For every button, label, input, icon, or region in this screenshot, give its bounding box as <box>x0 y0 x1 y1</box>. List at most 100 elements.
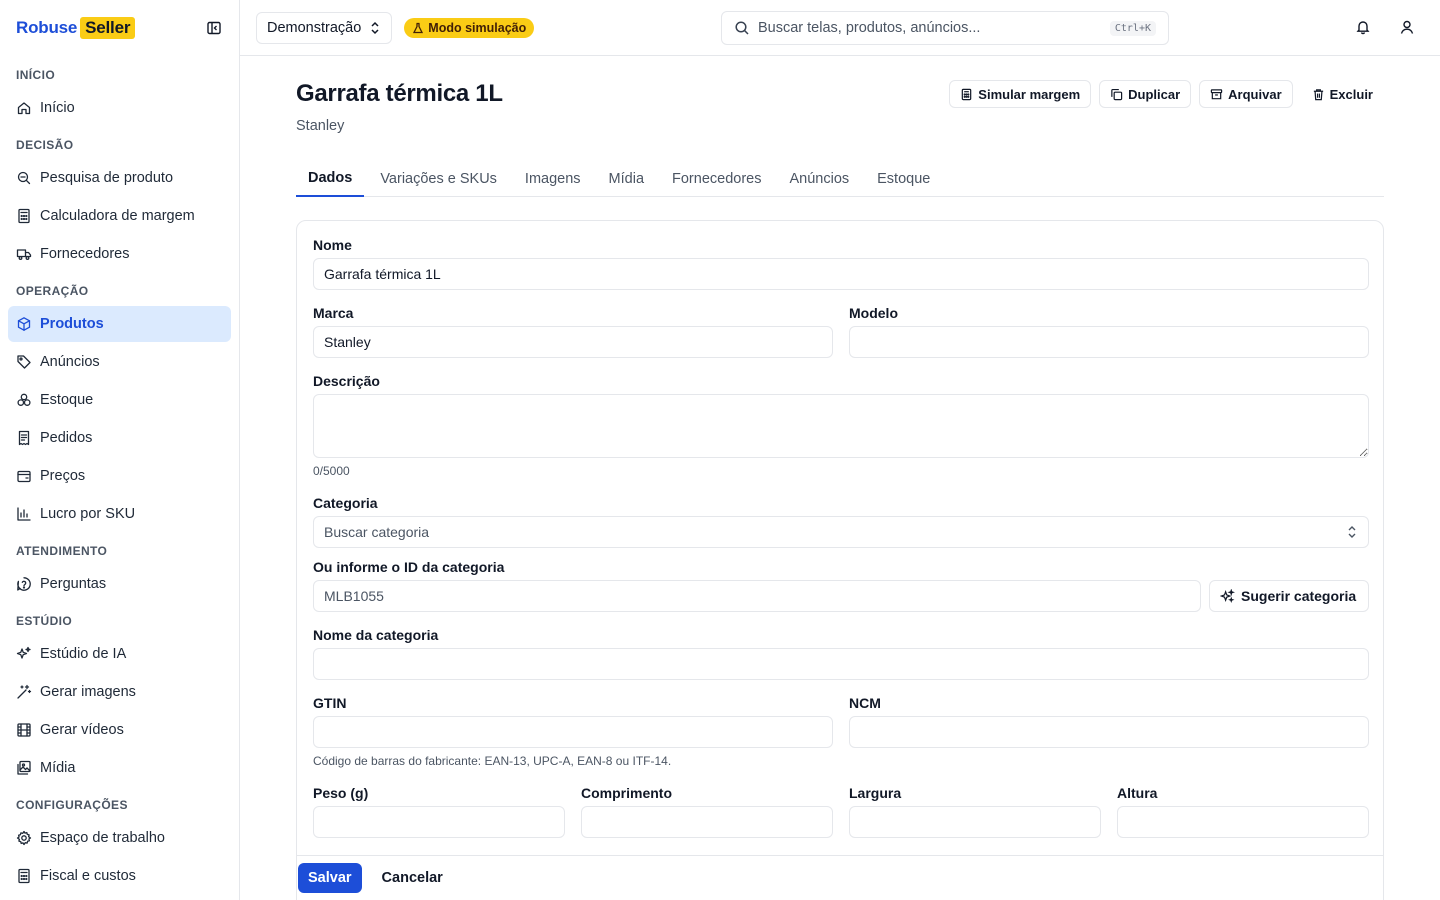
name-input[interactable] <box>313 258 1369 290</box>
length-label: Comprimento <box>581 785 672 801</box>
film-icon <box>16 722 32 738</box>
global-search[interactable]: Ctrl+K <box>721 11 1169 45</box>
bell-icon[interactable] <box>1354 18 1372 36</box>
page-title: Garrafa térmica 1L <box>296 80 503 107</box>
brand-input[interactable] <box>313 326 833 358</box>
bar-chart-icon <box>16 506 32 522</box>
gear-icon <box>16 830 32 846</box>
sidebar-item-pedidos[interactable]: Pedidos <box>8 420 231 456</box>
sidebar-item-calculadora-de-margem[interactable]: Calculadora de margem <box>8 198 231 234</box>
sidebar-item-label: Produtos <box>40 316 104 332</box>
main-content: Garrafa térmica 1L Stanley Simular marge… <box>240 56 1440 900</box>
description-counter: 0/5000 <box>313 464 350 478</box>
sidebar-item-estudio-de-ia[interactable]: Estúdio de IA <box>8 636 231 672</box>
nav-section: DECISÃO Pesquisa de produto Calculadora de… <box>0 126 239 272</box>
nav-section-heading: CONFIGURAÇÕES <box>16 798 128 812</box>
tab-imagens[interactable]: Imagens <box>513 160 593 197</box>
gtin-input[interactable] <box>313 716 833 748</box>
brand-label: Marca <box>313 305 354 321</box>
calculator-icon <box>16 868 32 884</box>
sidebar-item-lucro-por-sku[interactable]: Lucro por SKU <box>8 496 231 532</box>
home-icon <box>16 100 32 116</box>
sidebar-item-gerar-imagens[interactable]: Gerar imagens <box>8 674 231 710</box>
sidebar-nav: INÍCIO Início DECISÃO Pesquisa de produto Ca… <box>0 56 239 894</box>
model-input[interactable] <box>849 326 1369 358</box>
weight-input[interactable] <box>313 806 565 838</box>
sidebar: Robuse Seller INÍCIO Início DECISÃO Pesquis… <box>0 0 240 900</box>
width-input[interactable] <box>849 806 1101 838</box>
archive-button[interactable]: Arquivar <box>1199 80 1293 108</box>
sidebar-item-label: Espaço de trabalho <box>40 830 165 846</box>
tab-fornecedores[interactable]: Fornecedores <box>660 160 773 197</box>
sidebar-item-produtos[interactable]: Produtos <box>8 306 231 342</box>
sidebar-item-midia[interactable]: Mídia <box>8 750 231 786</box>
category-select[interactable]: Buscar categoria <box>313 516 1369 548</box>
brand-bar: Robuse Seller <box>0 0 239 56</box>
brand-logo[interactable]: Robuse Seller <box>16 17 136 39</box>
simulation-mode-badge: Modo simulação <box>404 17 535 38</box>
sidebar-item-inicio[interactable]: Início <box>8 90 231 126</box>
description-label: Descrição <box>313 373 380 389</box>
nav-section: OPERAÇÃO Produtos Anúncios Estoque Pedidos Pr… <box>0 272 239 532</box>
height-input[interactable] <box>1117 806 1369 838</box>
delete-button[interactable]: Excluir <box>1300 80 1384 108</box>
simulate-margin-label: Simular margem <box>978 86 1081 102</box>
cancel-button[interactable]: Cancelar <box>370 863 455 893</box>
simulate-margin-button[interactable]: Simular margem <box>949 80 1092 108</box>
chevron-up-down-icon <box>1346 525 1358 539</box>
description-textarea[interactable] <box>313 394 1369 458</box>
magic-wand-icon <box>16 684 32 700</box>
sidebar-item-label: Início <box>40 100 75 116</box>
sidebar-toggle-icon[interactable] <box>205 19 223 37</box>
tab-dados[interactable]: Dados <box>296 160 365 197</box>
nav-section-heading: ATENDIMENTO <box>16 544 108 558</box>
boxes-icon <box>16 392 32 408</box>
search-input[interactable] <box>758 20 1102 36</box>
sidebar-item-label: Preços <box>40 468 86 484</box>
category-id-input[interactable] <box>313 580 1201 612</box>
length-input[interactable] <box>581 806 833 838</box>
header-actions: Simular margem Duplicar Arquivar Excluir <box>949 80 1384 108</box>
sidebar-item-label: Gerar vídeos <box>40 722 124 738</box>
form-footer: Salvar Cancelar <box>296 855 1384 900</box>
tab-variacoes-e-skus[interactable]: Variações e SKUs <box>368 160 509 197</box>
copy-icon <box>1110 88 1123 101</box>
sidebar-item-estoque[interactable]: Estoque <box>8 382 231 418</box>
truck-icon <box>16 246 32 262</box>
category-placeholder: Buscar categoria <box>324 524 430 540</box>
sparkles-icon <box>1220 588 1235 604</box>
sidebar-item-fornecedores[interactable]: Fornecedores <box>8 236 231 272</box>
category-label: Categoria <box>313 495 378 511</box>
sidebar-item-fiscal-e-custos[interactable]: Fiscal e custos <box>8 858 231 894</box>
tab-midia[interactable]: Mídia <box>597 160 656 197</box>
tag-icon <box>16 354 32 370</box>
save-button[interactable]: Salvar <box>298 863 362 893</box>
brand-name-robuse: Robuse <box>16 18 78 37</box>
sparkles-icon <box>16 646 32 662</box>
trash-icon <box>1312 88 1325 101</box>
calculator-icon <box>960 88 973 101</box>
suggest-category-button[interactable]: Sugerir categoria <box>1209 580 1369 612</box>
sidebar-item-precos[interactable]: Preços <box>8 458 231 494</box>
ncm-input[interactable] <box>849 716 1369 748</box>
sidebar-item-gerar-videos[interactable]: Gerar vídeos <box>8 712 231 748</box>
sidebar-item-label: Estúdio de IA <box>40 646 127 662</box>
sidebar-item-label: Pedidos <box>40 430 93 446</box>
sidebar-item-espaco-de-trabalho[interactable]: Espaço de trabalho <box>8 820 231 856</box>
sidebar-item-anuncios[interactable]: Anúncios <box>8 344 231 380</box>
category-name-input[interactable] <box>313 648 1369 680</box>
duplicate-button[interactable]: Duplicar <box>1099 80 1192 108</box>
weight-label: Peso (g) <box>313 785 369 801</box>
user-icon[interactable] <box>1398 18 1416 36</box>
topbar: Demonstração Modo simulação Ctrl+K <box>240 0 1440 56</box>
duplicate-label: Duplicar <box>1128 86 1181 102</box>
search-icon <box>734 20 750 36</box>
tab-estoque[interactable]: Estoque <box>865 160 942 197</box>
sidebar-item-pesquisa-de-produto[interactable]: Pesquisa de produto <box>8 160 231 196</box>
workspace-select[interactable]: Demonstração <box>256 11 393 44</box>
sidebar-item-label: Mídia <box>40 760 76 776</box>
sidebar-item-perguntas[interactable]: Perguntas <box>8 566 231 602</box>
category-id-label: Ou informe o ID da categoria <box>313 559 505 575</box>
tab-anuncios[interactable]: Anúncios <box>777 160 861 197</box>
nav-section: ATENDIMENTO Perguntas <box>0 532 239 602</box>
